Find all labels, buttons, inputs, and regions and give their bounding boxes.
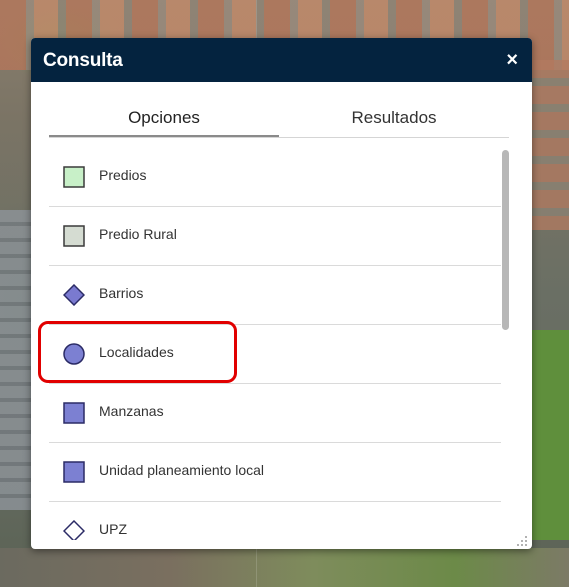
map-rooftops-right [530,60,569,230]
square-symbol-icon [63,166,85,188]
layer-item-unidad-planeamiento-local[interactable]: Unidad planeamiento local [49,443,501,502]
layer-item-barrios[interactable]: Barrios [49,266,501,325]
panel-header: Consulta × [31,38,532,82]
list-scrollbar[interactable] [502,150,509,530]
layer-item-label: UPZ [99,521,127,537]
tab-bar-line: Opciones Resultados [49,101,509,138]
layer-item-predios[interactable]: Predios [49,148,501,207]
layer-item-label: Predios [99,167,147,183]
scrollbar-thumb[interactable] [502,150,509,330]
layer-item-label: Unidad planeamiento local [99,462,264,478]
layer-item-upz[interactable]: UPZ [49,502,501,540]
diamond-symbol-icon [63,284,85,306]
layer-item-label: Barrios [99,285,144,301]
tab-resultados[interactable]: Resultados [279,101,509,135]
layer-item-label: Localidades [99,344,174,360]
layer-list: Predios Predio Rural Barrios Localidades… [49,148,501,540]
layer-item-label: Predio Rural [99,226,177,242]
map-green-area [528,330,569,540]
circle-symbol-icon [63,343,85,365]
square-symbol-icon [63,225,85,247]
diamond-outline-symbol-icon [63,520,85,540]
map-bottom-strip [0,548,569,587]
close-icon[interactable]: × [506,48,518,72]
square-symbol-icon [63,461,85,483]
map-road [0,210,34,510]
layer-item-label: Manzanas [99,403,164,419]
layer-item-manzanas[interactable]: Manzanas [49,384,501,443]
tab-opciones[interactable]: Opciones [49,101,279,137]
tab-opciones-label: Opciones [128,108,200,127]
tab-resultados-label: Resultados [351,108,437,127]
layer-item-predio-rural[interactable]: Predio Rural [49,207,501,266]
resize-grip-icon[interactable] [514,533,528,547]
layer-item-localidades[interactable]: Localidades [49,325,501,384]
panel-title: Consulta [43,50,123,71]
square-symbol-icon [63,402,85,424]
